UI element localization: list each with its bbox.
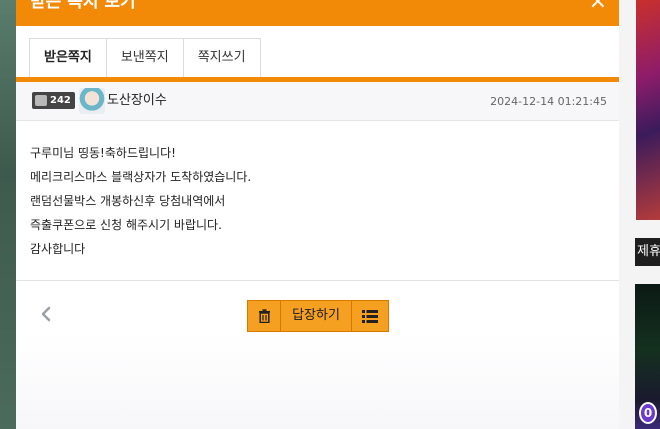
tab-compose[interactable]: 쪽지쓰기: [182, 38, 261, 77]
background-left-strip: [0, 0, 16, 429]
message-timestamp: 2024-12-14 01:21:45: [490, 95, 607, 108]
message-line: 랜덤선물박스 개봉하신후 당첨내역에서: [30, 194, 226, 208]
background-artwork: [636, 0, 660, 220]
tab-received[interactable]: 받은쪽지: [29, 38, 107, 77]
list-icon: [362, 309, 378, 323]
close-icon[interactable]: ×: [589, 0, 607, 14]
modal-header: 받은 쪽지 보기 ×: [16, 0, 619, 26]
message-actions: 답장하기: [247, 300, 389, 332]
message-modal: 받은 쪽지 보기 × 받은쪽지 보낸쪽지 쪽지쓰기 242 도산장이수 2024…: [16, 0, 619, 429]
modal-title: 받은 쪽지 보기: [30, 0, 136, 12]
message-line: 즉출쿠폰으로 신청 해주시기 바랍니다.: [30, 218, 222, 232]
level-icon: [35, 95, 47, 106]
level-badge: 242: [32, 92, 75, 109]
tab-sent[interactable]: 보낸쪽지: [105, 38, 184, 77]
background-badge: 0: [639, 402, 657, 424]
level-number: 242: [50, 95, 71, 106]
message-tabs: 받은쪽지 보낸쪽지 쪽지쓰기: [29, 38, 261, 77]
delete-button[interactable]: [248, 301, 281, 331]
message-line: 메리크리스마스 블랙상자가 도착하였습니다.: [30, 170, 252, 184]
background-side-text: 제휴: [635, 238, 660, 266]
message-body: 구루미님 띵동!축하드립니다! 메리크리스마스 블랙상자가 도착하였습니다. 랜…: [30, 141, 610, 261]
sender-name[interactable]: 도산장이수: [107, 92, 167, 110]
chevron-left-icon[interactable]: [38, 302, 54, 326]
message-line: 감사합니다: [30, 242, 86, 256]
avatar: [79, 88, 105, 114]
trash-icon: [258, 309, 270, 323]
content-divider: [16, 280, 619, 281]
sender-bar: 242 도산장이수 2024-12-14 01:21:45: [16, 82, 619, 121]
list-button[interactable]: [352, 301, 388, 331]
reply-button[interactable]: 답장하기: [281, 301, 352, 331]
background-right-strip: 제휴 0: [619, 0, 660, 429]
message-line: 구루미님 띵동!축하드립니다!: [30, 146, 176, 160]
modal-footer-area: [16, 332, 619, 429]
